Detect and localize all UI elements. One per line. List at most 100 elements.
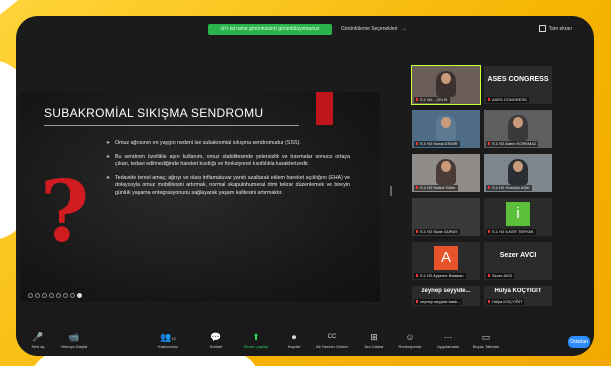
captions-button[interactable]: CC Alt Yazıları Göster bbox=[312, 332, 352, 349]
toolbar-label: Sesi aç bbox=[31, 344, 45, 349]
slide-bullet-text: Tedavide temel amaç; ağrıyı ve olası inf… bbox=[115, 174, 350, 196]
mic-muted-icon bbox=[416, 142, 418, 146]
participant-name: zeynep seyyide bask... bbox=[414, 299, 463, 305]
participant-name: S.1 H2 Adem KORKMAZ bbox=[486, 141, 539, 147]
participant-name: S.1 H2 Sude GÜRAY bbox=[414, 229, 460, 235]
participant-video bbox=[436, 115, 456, 141]
participant-tile[interactable]: S.1 H2 Adem KORKMAZ bbox=[484, 110, 552, 148]
mic-muted-icon bbox=[488, 186, 490, 190]
participant-name: S.1 H2 Hüseyin AŞIK bbox=[486, 185, 532, 191]
participant-video bbox=[508, 159, 528, 185]
slide-control-dot[interactable] bbox=[28, 293, 33, 298]
captions-icon: CC bbox=[327, 334, 337, 340]
participant-name: S.1 H2 Ayşenur Balaban bbox=[414, 273, 466, 279]
slide-title-divider bbox=[44, 125, 299, 126]
toolbar-label: Ekranı paylaş bbox=[243, 344, 269, 349]
fullscreen-label: Tam ekran bbox=[548, 26, 572, 32]
mic-muted-icon bbox=[416, 274, 418, 278]
participant-tile[interactable]: zeynep seyyide... zeynep seyyide bask... bbox=[412, 286, 480, 306]
participant-video bbox=[436, 71, 456, 97]
record-button[interactable]: ⏺ Kaydet bbox=[274, 332, 314, 349]
toolbar-label: Alt Yazıları Göster bbox=[315, 344, 349, 349]
toolbar-label: Reaksiyonlar bbox=[398, 344, 422, 349]
mic-muted-icon bbox=[416, 300, 418, 304]
participant-display-name: Sezer AVCI bbox=[499, 252, 537, 259]
participant-tile[interactable]: S.1 Nil... ÇELİK bbox=[411, 65, 481, 105]
toolbar-label: Katılımcılar bbox=[157, 344, 178, 349]
participant-display-name: zeynep seyyide... bbox=[421, 288, 471, 294]
toolbar-label: Uygulamalar bbox=[436, 344, 460, 349]
frame-decoration-bottom bbox=[30, 352, 260, 382]
mic-muted-icon bbox=[416, 98, 418, 102]
slide-control-dot[interactable] bbox=[42, 293, 47, 298]
mic-muted-icon bbox=[488, 230, 490, 234]
record-icon: ⏺ bbox=[291, 332, 297, 342]
slide-control-dot[interactable] bbox=[70, 293, 75, 298]
participant-name: S.1 H2 Hatice Güler bbox=[414, 185, 458, 191]
participant-name: Sezer AVCI bbox=[486, 273, 515, 279]
share-screen-button[interactable]: ⬆ Ekranı paylaş bbox=[236, 332, 276, 349]
participant-display-name: Hülya KOÇYİĞİT bbox=[494, 288, 542, 294]
fullscreen-button[interactable]: Tam ekran bbox=[538, 24, 572, 35]
whiteboards-button[interactable]: ▭ Beyaz Tahtalar bbox=[466, 332, 506, 349]
slide-bullet: ➤ Tedavide temel amaç; ağrıyı ve olası in… bbox=[106, 175, 350, 198]
participant-avatar: A bbox=[434, 246, 458, 270]
participant-name: S.1 Nil... ÇELİK bbox=[414, 97, 450, 103]
microphone-muted-icon: 🎤 bbox=[32, 332, 44, 342]
participant-tile[interactable]: A S.1 H2 Ayşenur Balaban bbox=[412, 242, 480, 280]
participant-name: Hülya KOÇYİĞİT bbox=[486, 299, 525, 305]
participant-name: ASES CONGRESS bbox=[486, 97, 529, 103]
view-options-button[interactable]: Görüntüleme Seçenekleri ⌄ bbox=[341, 24, 407, 35]
mic-muted-icon bbox=[416, 230, 418, 234]
mic-muted-icon bbox=[416, 186, 418, 190]
participant-tile[interactable]: S.1 H2 Hüseyin AŞIK bbox=[484, 154, 552, 192]
participant-tile[interactable]: Hülya KOÇYİĞİT Hülya KOÇYİĞİT bbox=[484, 286, 552, 306]
fullscreen-icon bbox=[538, 25, 546, 33]
question-mark-graphic: ? bbox=[40, 162, 90, 261]
breakout-rooms-button[interactable]: ⊞ Ara Odalar bbox=[354, 332, 394, 349]
mic-muted-icon bbox=[488, 98, 490, 102]
chat-icon: 💬 bbox=[210, 332, 222, 342]
slide-control-dot[interactable] bbox=[63, 293, 68, 298]
chevron-down-icon: ⌄ bbox=[402, 26, 407, 32]
view-options-label: Görüntüleme Seçenekleri bbox=[341, 26, 398, 32]
participant-video bbox=[436, 159, 456, 185]
split-view-handle[interactable] bbox=[390, 186, 392, 196]
bullet-arrow-icon: ➤ bbox=[106, 174, 111, 181]
slide-bullet: ➤ Omuz ağrısının en yaygın nedeni ise sub… bbox=[106, 140, 350, 148]
toolbar-label: Sohbet bbox=[209, 344, 223, 349]
participant-video bbox=[508, 115, 528, 141]
meeting-toolbar: 🎤 Sesi aç 📹 Videoyu Başlat 👥12 Katılımcı… bbox=[16, 328, 594, 356]
participant-gallery: S.1 Nil... ÇELİK ASES CONGRESS ASES CONG… bbox=[411, 65, 556, 306]
shared-slide: SUBAKROMİAL SIKIŞMA SENDROMU ? ➤ Omuz ağr… bbox=[20, 92, 380, 302]
slide-bullet-text: Omuz ağrısının en yaygın nedeni ise suba… bbox=[115, 140, 301, 146]
start-video-button[interactable]: 📹 Videoyu Başlat bbox=[54, 332, 94, 349]
leave-meeting-button[interactable]: Odadan bbox=[568, 336, 590, 348]
participants-button[interactable]: 👥12 Katılımcılar bbox=[148, 332, 188, 349]
reactions-icon: ☺ bbox=[405, 332, 415, 342]
unmute-button[interactable]: 🎤 Sesi aç bbox=[18, 332, 58, 349]
toolbar-label: Beyaz Tahtalar bbox=[472, 344, 500, 349]
slide-bullet: ➤ Bu sendrom özellikle aşırı kullanım, om… bbox=[106, 154, 350, 169]
participant-tile[interactable]: S.1 H2 Murat DEMİR bbox=[412, 110, 480, 148]
screen-share-indicator: ch'ı tal rame görüntüsünü görüntülüyorsu… bbox=[208, 24, 332, 35]
participant-tile[interactable]: i S.1 H2 İLKER TERYAK bbox=[484, 198, 552, 236]
chat-button[interactable]: 💬 Sohbet bbox=[196, 332, 236, 349]
participant-tile[interactable]: S.1 H2 Hatice Güler bbox=[412, 154, 480, 192]
slide-control-dot-active[interactable] bbox=[77, 293, 82, 298]
zoom-window: ch'ı tal rame görüntüsünü görüntülüyorsu… bbox=[16, 16, 594, 356]
slide-control-dot[interactable] bbox=[35, 293, 40, 298]
slide-control-dot[interactable] bbox=[56, 293, 61, 298]
share-screen-icon: ⬆ bbox=[252, 332, 260, 342]
reactions-button[interactable]: ☺ Reaksiyonlar bbox=[390, 332, 430, 349]
participant-tile[interactable]: ASES CONGRESS ASES CONGRESS bbox=[484, 66, 552, 104]
participant-name: S.1 H2 İLKER TERYAK bbox=[486, 229, 536, 235]
slide-playback-controls bbox=[28, 293, 82, 298]
slide-bullet-list: ➤ Omuz ağrısının en yaygın nedeni ise sub… bbox=[106, 140, 350, 204]
mic-muted-icon bbox=[488, 300, 490, 304]
participant-tile[interactable]: Sezer AVCI Sezer AVCI bbox=[484, 242, 552, 280]
apps-button[interactable]: ⋯ Uygulamalar bbox=[428, 332, 468, 349]
participant-tile[interactable]: S.1 H2 Sude GÜRAY bbox=[412, 198, 480, 236]
toolbar-label: Videoyu Başlat bbox=[60, 344, 88, 349]
slide-control-dot[interactable] bbox=[49, 293, 54, 298]
